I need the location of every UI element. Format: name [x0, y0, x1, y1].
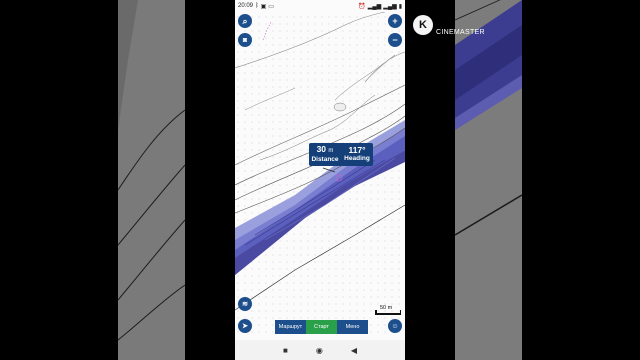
system-navigation-bar: ■ ◉ ◀ — [235, 340, 405, 360]
clock: 20:09 — [238, 3, 254, 9]
scale-line — [375, 313, 401, 315]
right-background-blur — [455, 0, 522, 360]
home-icon[interactable]: ◉ — [316, 346, 323, 355]
watermark-text: CINEMASTER — [436, 29, 485, 36]
watermark: K CINEMASTER — [413, 13, 485, 36]
scale-bar: 50 m — [375, 305, 401, 315]
scale-tick-right — [399, 310, 401, 314]
distance-unit: m — [328, 148, 334, 154]
bottom-tab-bar: Маршрут Старт Мено — [275, 320, 368, 334]
gallery-icon: ▣ — [260, 3, 267, 10]
camera-icon: ◙ — [242, 36, 248, 44]
person-icon: ☺ — [391, 322, 399, 330]
heading-readout: 117° Heading — [341, 143, 373, 166]
cast-icon: ▭ — [268, 3, 274, 10]
heading-label: Heading — [344, 155, 370, 162]
scale-tick-left — [375, 310, 377, 314]
signal-icon: ▂▄▆ — [367, 3, 382, 10]
zoom-out-button[interactable]: − — [388, 33, 402, 47]
heading-value: 117° — [348, 145, 366, 155]
tab-menu[interactable]: Мено — [337, 320, 368, 334]
measurement-tooltip: 30 m Distance 117° Heading — [309, 143, 373, 166]
distance-label: Distance — [311, 156, 339, 163]
camera-button[interactable]: ◙ — [238, 33, 252, 47]
distance-value: 30 — [316, 144, 327, 154]
layers-button[interactable]: ≋ — [238, 297, 252, 311]
minus-icon: − — [392, 35, 398, 45]
signal-icon: ▂▄▆ — [383, 3, 397, 10]
watermark-logo: K — [413, 14, 433, 35]
battery-icon: ▮ — [398, 3, 402, 10]
depth-contours — [235, 11, 405, 335]
left-background-contours — [118, 0, 185, 341]
tab-route[interactable]: Маршрут — [275, 320, 306, 334]
phone-screen: 20:09 ᛒ ▣ ▭ ⏰ ▂▄▆ ▂▄▆ ▮ ⌕ ◙ + − ≋ ➤ ☺ 30… — [235, 0, 405, 360]
distance-value-row: 30 m — [317, 145, 334, 156]
alarm-icon: ⏰ — [358, 3, 366, 10]
back-icon[interactable]: ◀ — [351, 346, 357, 355]
distance-readout: 30 m Distance — [309, 143, 341, 166]
layers-icon: ≋ — [242, 301, 248, 308]
bathymetry-map[interactable] — [235, 11, 405, 335]
search-button[interactable]: ⌕ — [238, 14, 252, 28]
right-background-contours — [455, 0, 522, 236]
navigation-arrow-icon: ➤ — [242, 323, 248, 330]
recents-icon[interactable]: ■ — [283, 346, 288, 355]
status-bar: 20:09 ᛒ ▣ ▭ ⏰ ▂▄▆ ▂▄▆ ▮ — [235, 0, 405, 12]
scale-label: 50 m — [380, 305, 393, 311]
plus-icon: + — [392, 16, 398, 26]
search-icon: ⌕ — [242, 15, 248, 26]
tab-start[interactable]: Старт — [306, 320, 337, 334]
profile-button[interactable]: ☺ — [388, 319, 402, 333]
zoom-in-button[interactable]: + — [388, 14, 402, 28]
left-background-blur — [118, 0, 185, 360]
bluetooth-icon: ᛒ — [255, 3, 259, 9]
locate-button[interactable]: ➤ — [238, 319, 252, 333]
